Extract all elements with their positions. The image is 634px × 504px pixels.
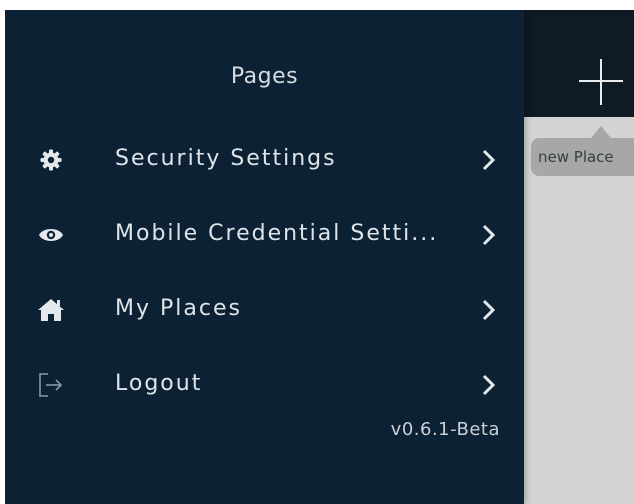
tooltip-arrow	[591, 126, 611, 138]
menu-item-label: My Places	[115, 296, 242, 321]
app-frame: new Place Pages Security Settings Mobile…	[5, 10, 634, 504]
add-place-button[interactable]	[575, 56, 627, 108]
chevron-right-icon	[479, 223, 499, 247]
menu-item-security-settings[interactable]: Security Settings	[5, 132, 524, 188]
new-place-tooltip: new Place	[531, 138, 634, 176]
home-icon	[33, 292, 69, 328]
app-version: v0.6.1-Beta	[390, 419, 500, 440]
menu-item-logout[interactable]: Logout	[5, 357, 524, 413]
gear-icon	[33, 142, 69, 178]
logout-icon	[33, 367, 69, 403]
menu-item-label: Security Settings	[115, 146, 337, 171]
menu-item-mobile-credential-settings[interactable]: Mobile Credential Setti...	[5, 207, 524, 263]
menu-item-label: Mobile Credential Setti...	[115, 221, 439, 246]
chevron-right-icon	[479, 373, 499, 397]
menu-item-my-places[interactable]: My Places	[5, 282, 524, 338]
eye-icon	[33, 217, 69, 253]
menu-item-label: Logout	[115, 371, 203, 396]
chevron-right-icon	[479, 298, 499, 322]
navigation-drawer: Pages Security Settings Mobile Credentia…	[5, 10, 524, 504]
chevron-right-icon	[479, 148, 499, 172]
drawer-title: Pages	[230, 64, 299, 89]
